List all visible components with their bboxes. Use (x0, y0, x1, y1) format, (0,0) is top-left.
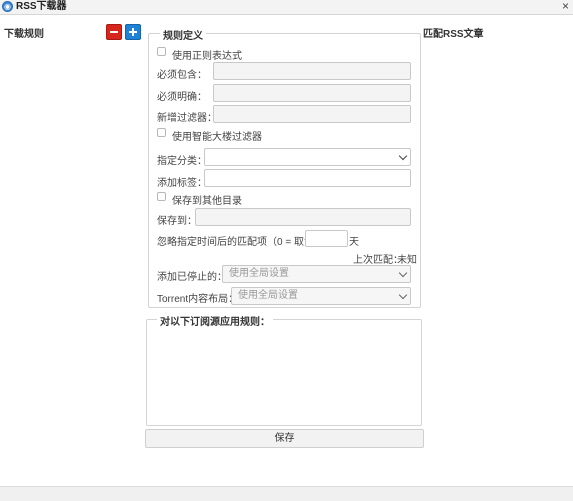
title-bar: ◉ RSS下载器 × (0, 0, 573, 15)
status-bar (0, 486, 573, 501)
episode-filter-label: 新增过滤器： (157, 113, 217, 124)
chevron-down-icon (398, 290, 408, 300)
chevron-down-icon (398, 151, 408, 161)
last-match-value: 未知 (397, 255, 417, 266)
must-contain-input[interactable] (213, 62, 411, 80)
use-regex-label: 使用正则表达式 (172, 51, 242, 62)
save-button[interactable]: 保存 (145, 429, 424, 448)
add-paused-label: 添加已停止的： (157, 272, 227, 283)
must-not-contain-label: 必须明确： (157, 92, 207, 103)
episode-filter-input[interactable] (213, 105, 411, 123)
last-match-label: 上次匹配： (353, 255, 403, 266)
window-title: RSS下载器 (16, 1, 67, 12)
add-paused-value: 使用全局设置 (229, 268, 289, 279)
category-select[interactable] (204, 148, 411, 166)
content-layout-select[interactable]: 使用全局设置 (231, 287, 411, 305)
save-other-dir-label: 保存到其他目录 (172, 196, 242, 207)
chevron-down-icon (398, 268, 408, 278)
must-not-contain-input[interactable] (213, 84, 411, 102)
save-to-label: 保存到： (157, 216, 197, 227)
add-rule-button[interactable] (125, 24, 141, 40)
download-rules-heading: 下载规则 (4, 29, 44, 40)
ignore-days-input[interactable] (305, 230, 348, 247)
smart-filter-checkbox[interactable] (157, 128, 166, 137)
rss-app-icon: ◉ (2, 1, 13, 12)
save-to-input[interactable] (195, 208, 411, 226)
use-regex-checkbox[interactable] (157, 47, 166, 56)
save-other-dir-checkbox[interactable] (157, 192, 166, 201)
close-icon[interactable]: × (562, 0, 569, 13)
smart-filter-label: 使用智能大楼过滤器 (172, 132, 262, 143)
matching-articles-heading: 匹配RSS文章 (423, 29, 484, 40)
remove-rule-button[interactable] (106, 24, 122, 40)
feeds-legend: 对以下订阅源应用规则： (157, 313, 273, 328)
category-label: 指定分类： (157, 156, 207, 167)
must-contain-label: 必须包含： (157, 70, 207, 81)
ignore-days-label: 忽略指定时间后的匹配项（0 = 取消） (157, 237, 324, 248)
ignore-days-unit: 天 (349, 237, 359, 248)
content-layout-label: Torrent内容布局： (157, 294, 239, 305)
rule-definition-legend: 规则定义 (160, 27, 206, 42)
tags-input[interactable] (204, 169, 411, 187)
feeds-list[interactable] (146, 319, 422, 426)
tags-label: 添加标签： (157, 178, 207, 189)
content-layout-value: 使用全局设置 (238, 290, 298, 301)
add-paused-select[interactable]: 使用全局设置 (222, 265, 411, 283)
